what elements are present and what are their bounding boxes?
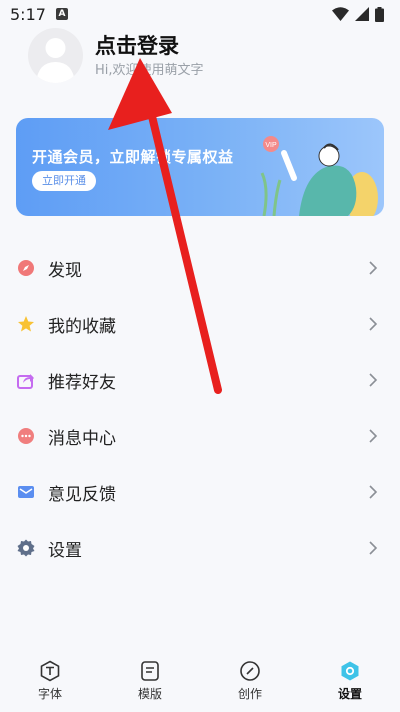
chevron-right-icon [369, 373, 378, 387]
profile-header: 点击登录 Hi,欢迎使用萌文字 [0, 28, 400, 88]
chevron-right-icon [369, 541, 378, 555]
wifi-icon [332, 7, 349, 21]
chevron-right-icon [369, 261, 378, 275]
font-icon [40, 660, 60, 682]
message-icon [18, 428, 34, 444]
menu-item-recommend[interactable]: 推荐好友 [0, 352, 400, 408]
star-icon [18, 316, 34, 332]
tab-template[interactable]: 模版 [115, 652, 185, 702]
share-icon [17, 374, 34, 389]
tab-label: 模版 [137, 687, 162, 701]
menu-item-discover[interactable]: 发现 [0, 240, 400, 296]
login-title[interactable]: 点击登录 [95, 30, 179, 60]
tab-settings[interactable]: 设置 [315, 652, 385, 702]
menu-label: 我的收藏 [48, 316, 116, 337]
menu-list: 发现 我的收藏 推荐好友 消息中心 意见反馈 设置 [0, 240, 400, 576]
menu-label: 消息中心 [48, 428, 116, 449]
battery-icon [375, 6, 384, 22]
create-icon [240, 661, 260, 681]
tab-create[interactable]: 创作 [215, 652, 285, 702]
bottom-tab-bar: 字体 模版 创作 设置 [0, 652, 400, 712]
chevron-right-icon [369, 429, 378, 443]
status-time: 5:17 [10, 4, 46, 24]
menu-item-settings[interactable]: 设置 [0, 520, 400, 576]
menu-item-feedback[interactable]: 意见反馈 [0, 464, 400, 520]
avatar[interactable] [28, 28, 83, 83]
tab-label: 创作 [237, 687, 262, 701]
vip-badge-icon: VIP [265, 142, 277, 149]
menu-label: 设置 [48, 540, 82, 561]
menu-label: 发现 [48, 260, 82, 281]
chevron-right-icon [369, 317, 378, 331]
compass-icon [18, 260, 34, 276]
vip-banner[interactable]: 开通会员，立即解锁专属权益 立即开通 VIP [16, 118, 384, 216]
menu-item-favorites[interactable]: 我的收藏 [0, 296, 400, 352]
mail-icon [18, 486, 34, 498]
menu-label: 意见反馈 [48, 484, 116, 505]
vip-promo-text: 开通会员，立即解锁专属权益 [32, 148, 234, 166]
menu-item-messages[interactable]: 消息中心 [0, 408, 400, 464]
menu-label: 推荐好友 [48, 372, 116, 393]
template-icon [141, 661, 159, 681]
tab-font[interactable]: 字体 [15, 652, 85, 702]
vip-open-button[interactable]: 立即开通 [32, 171, 96, 191]
default-avatar-icon [36, 38, 75, 83]
gear-icon [17, 539, 35, 557]
welcome-subtitle: Hi,欢迎使用萌文字 [95, 63, 204, 78]
notification-icon: A [55, 8, 68, 20]
vip-illustration: VIP [260, 136, 378, 216]
tab-label: 设置 [337, 687, 362, 701]
status-bar: 5:17 A [0, 0, 400, 28]
tab-label: 字体 [37, 687, 62, 701]
settings-tab-icon [341, 661, 359, 681]
signal-icon [355, 7, 369, 21]
chevron-right-icon [369, 485, 378, 499]
